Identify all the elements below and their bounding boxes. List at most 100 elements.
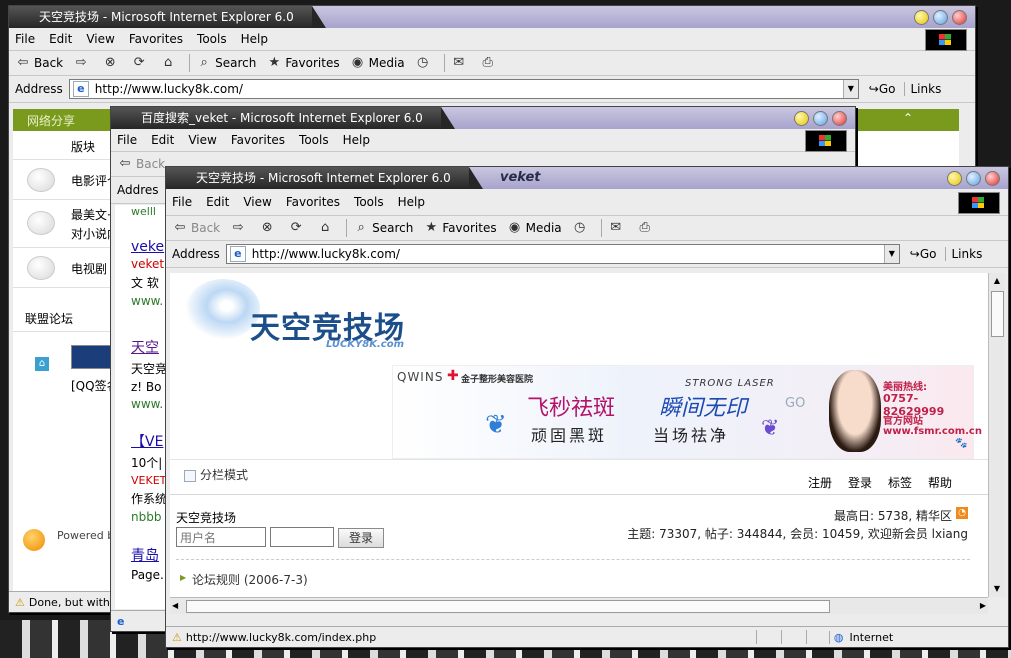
print-button[interactable]: ⎙ — [480, 55, 499, 71]
search-icon: ⌕ — [357, 220, 365, 235]
scroll-right-icon[interactable]: ▶ — [980, 598, 986, 614]
result-title[interactable]: 【VE — [131, 431, 167, 451]
forum-nav-bar: 分栏模式 注册 登录 标签 帮助 — [170, 459, 988, 495]
rss-icon[interactable]: ◔ — [956, 507, 968, 519]
search-result: veke veket 文 软 www. — [131, 239, 165, 308]
stats-line-2: 主题: 73307, 帖子: 344844, 会员: 10459, 欢迎新会员 … — [627, 527, 968, 541]
address-url: http://www.lucky8k.com/ — [94, 82, 243, 96]
scroll-down-icon[interactable]: ▼ — [989, 581, 1005, 597]
menu-favorites[interactable]: Favorites — [286, 195, 340, 209]
register-link[interactable]: 注册 — [808, 474, 832, 491]
close-button[interactable] — [985, 171, 1000, 186]
links-button[interactable]: Links — [944, 247, 989, 261]
history-button[interactable]: ◷ — [415, 55, 434, 71]
stop-button[interactable]: ⊗ — [259, 220, 278, 236]
mail-button[interactable]: ✉ — [608, 220, 627, 236]
menu-edit[interactable]: Edit — [49, 32, 72, 46]
menu-file[interactable]: File — [172, 195, 192, 209]
page-icon: e — [117, 614, 125, 628]
home-small-icon[interactable]: ⌂ — [35, 357, 49, 371]
alliance-banner-image[interactable] — [71, 345, 113, 369]
help-link[interactable]: 帮助 — [928, 474, 952, 491]
result-title[interactable]: veke — [131, 239, 164, 255]
title-bar[interactable]: e 天空竞技场 - Microsoft Internet Explorer 6.… — [9, 6, 975, 28]
media-button[interactable]: ◉ Media — [507, 220, 562, 236]
go-button[interactable]: ↪ Go — [906, 247, 941, 261]
menu-edit[interactable]: Edit — [151, 133, 174, 147]
menu-view[interactable]: View — [243, 195, 271, 209]
back-button[interactable]: ⇦ Back — [117, 156, 166, 172]
advertisement-banner[interactable]: QWINS ✚ 金子整形美容医院 STRONG LASER 飞秒祛斑 瞬间无印 … — [392, 365, 982, 459]
menu-edit[interactable]: Edit — [206, 195, 229, 209]
history-button[interactable]: ◷ — [572, 220, 591, 236]
address-input[interactable]: e http://www.lucky8k.com/ ▼ — [225, 244, 900, 264]
refresh-button[interactable]: ⟳ — [288, 220, 307, 236]
login-button[interactable]: 登录 — [338, 528, 384, 548]
media-button[interactable]: ◉ Media — [350, 55, 405, 71]
title-bar[interactable]: e 百度搜索_veket - Microsoft Internet Explor… — [111, 107, 855, 129]
maximize-button[interactable] — [933, 10, 948, 25]
forward-arrow-icon: ⇨ — [232, 220, 244, 235]
minimize-button[interactable] — [914, 10, 929, 25]
collapse-icon[interactable]: ⌃ — [903, 111, 913, 125]
menu-file[interactable]: File — [15, 32, 35, 46]
page-icon: e — [229, 246, 246, 262]
minimize-button[interactable] — [947, 171, 962, 186]
address-input[interactable]: e http://www.lucky8k.com/ ▼ — [68, 79, 859, 99]
minimize-button[interactable] — [794, 111, 809, 126]
menu-view[interactable]: View — [188, 133, 216, 147]
close-button[interactable] — [952, 10, 967, 25]
address-dropdown-icon[interactable]: ▼ — [883, 245, 899, 263]
scroll-up-icon[interactable]: ▲ — [989, 273, 1005, 289]
menu-favorites[interactable]: Favorites — [129, 32, 183, 46]
result-title[interactable]: 天空 — [131, 337, 167, 357]
address-dropdown-icon[interactable]: ▼ — [842, 80, 858, 98]
title-bar[interactable]: e 天空竞技场 - Microsoft Internet Explorer 6.… — [166, 167, 1008, 189]
horizontal-scrollbar[interactable]: ◀ ▶ — [170, 597, 988, 614]
go-button[interactable]: ↪ Go — [865, 82, 900, 96]
password-input[interactable] — [270, 527, 334, 547]
menu-help[interactable]: Help — [398, 195, 425, 209]
favorites-button[interactable]: ★ Favorites — [266, 55, 340, 71]
menu-tools[interactable]: Tools — [354, 195, 384, 209]
split-mode-label[interactable]: 分栏模式 — [200, 466, 248, 483]
refresh-button[interactable]: ⟳ — [131, 55, 150, 71]
login-link[interactable]: 登录 — [848, 474, 872, 491]
links-button[interactable]: Links — [903, 82, 948, 96]
menu-tools[interactable]: Tools — [197, 32, 227, 46]
result-title[interactable]: 青岛 — [131, 545, 164, 565]
split-mode-checkbox[interactable] — [184, 470, 196, 482]
menu-help[interactable]: Help — [241, 32, 268, 46]
address-bar: Address e http://www.lucky8k.com/ ▼ ↪ Go … — [9, 76, 975, 103]
menu-view[interactable]: View — [86, 32, 114, 46]
window-title: 天空竞技场 - Microsoft Internet Explorer 6.0 — [9, 6, 326, 28]
home-button[interactable]: ⌂ — [317, 220, 336, 236]
username-input[interactable]: 用户名 — [176, 527, 266, 547]
menu-tools[interactable]: Tools — [299, 133, 329, 147]
maximize-button[interactable] — [813, 111, 828, 126]
back-button[interactable]: ⇦ Back — [15, 55, 64, 71]
close-button[interactable] — [832, 111, 847, 126]
print-button[interactable]: ⎙ — [637, 220, 656, 236]
scroll-thumb[interactable] — [186, 600, 830, 613]
forum-rules-link[interactable]: 论坛规则 (2006-7-3) — [192, 571, 308, 588]
favorites-icon: ★ — [425, 220, 438, 235]
search-button[interactable]: ⌕ Search — [196, 55, 257, 71]
back-button[interactable]: ⇦ Back — [172, 220, 221, 236]
stop-button[interactable]: ⊗ — [102, 55, 121, 71]
forward-button[interactable]: ⇨ — [230, 220, 249, 236]
search-button[interactable]: ⌕ Search — [353, 220, 414, 236]
favorites-button[interactable]: ★ Favorites — [423, 220, 497, 236]
stop-icon: ⊗ — [261, 220, 273, 235]
scroll-thumb[interactable] — [991, 291, 1004, 337]
scroll-left-icon[interactable]: ◀ — [172, 598, 178, 614]
vertical-scrollbar[interactable]: ▲ ▼ — [988, 273, 1005, 597]
menu-help[interactable]: Help — [343, 133, 370, 147]
mail-button[interactable]: ✉ — [451, 55, 470, 71]
maximize-button[interactable] — [966, 171, 981, 186]
tags-link[interactable]: 标签 — [888, 474, 912, 491]
menu-file[interactable]: File — [117, 133, 137, 147]
home-button[interactable]: ⌂ — [160, 55, 179, 71]
forward-button[interactable]: ⇨ — [73, 55, 92, 71]
menu-favorites[interactable]: Favorites — [231, 133, 285, 147]
